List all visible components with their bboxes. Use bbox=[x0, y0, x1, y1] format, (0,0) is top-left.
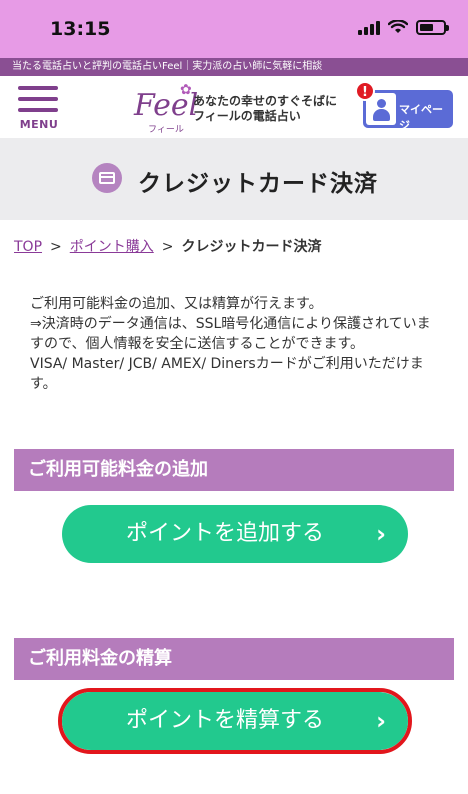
mypage-button[interactable]: マイページ bbox=[363, 90, 453, 132]
breadcrumb-points-link[interactable]: ポイント購入 bbox=[70, 239, 154, 255]
status-icons bbox=[358, 20, 449, 35]
breadcrumb-top-link[interactable]: TOP bbox=[14, 239, 42, 255]
battery-icon bbox=[416, 20, 449, 35]
page-title: クレジットカード決済 bbox=[138, 171, 378, 197]
section-header-settle: ご利用料金の精算 bbox=[14, 638, 454, 680]
breadcrumb-current: クレジットカード決済 bbox=[181, 239, 322, 255]
add-points-label: ポイントを追加する bbox=[125, 521, 324, 546]
breadcrumb-separator: > bbox=[50, 239, 62, 255]
settle-points-label: ポイントを精算する bbox=[125, 708, 324, 733]
description-line: ⇒決済時のデータ通信は、SSL暗号化通信により保護されていますので、個人情報を安… bbox=[30, 316, 431, 352]
site-tagline: 当たる電話占いと評判の電話占いFeel｜実力派の占い師に気軽に相談 bbox=[0, 58, 468, 76]
wifi-icon bbox=[388, 20, 408, 33]
description-line: ご利用可能料金の追加、又は精算が行えます。 bbox=[30, 296, 323, 312]
breadcrumb-separator: > bbox=[161, 239, 174, 255]
settle-points-button[interactable]: ポイントを精算する › bbox=[62, 692, 408, 750]
logo-text: Feel bbox=[134, 88, 199, 123]
description-line: VISA/ Master/ JCB/ AMEX/ Dinersカードがご利用いた… bbox=[30, 356, 424, 392]
credit-card-icon bbox=[92, 163, 122, 193]
hamburger-icon bbox=[18, 86, 58, 90]
status-time: 13:15 bbox=[50, 18, 111, 40]
signal-icon bbox=[358, 20, 380, 35]
notification-badge: ! bbox=[355, 81, 375, 101]
chevron-right-icon: › bbox=[376, 520, 386, 548]
page-title-band: クレジットカード決済 bbox=[0, 138, 468, 220]
status-bar: 13:15 bbox=[0, 0, 468, 58]
section-header-add: ご利用可能料金の追加 bbox=[14, 449, 454, 491]
payment-description: ご利用可能料金の追加、又は精算が行えます。 ⇒決済時のデータ通信は、SSL暗号化… bbox=[30, 294, 440, 394]
mypage-label: マイページ bbox=[399, 103, 443, 132]
breadcrumb: TOP > ポイント購入 > クレジットカード決済 bbox=[14, 236, 321, 256]
add-points-button[interactable]: ポイントを追加する › bbox=[62, 505, 408, 563]
header-catchphrase: あなたの幸せのすぐそばに フィールの電話占い bbox=[193, 94, 338, 123]
chevron-right-icon: › bbox=[376, 707, 386, 735]
logo-subtext: フィール bbox=[148, 125, 184, 135]
menu-label: MENU bbox=[19, 118, 59, 131]
menu-button[interactable]: MENU bbox=[16, 86, 62, 132]
site-header: MENU ✿ Feel フィール あなたの幸せのすぐそばに フィールの電話占い … bbox=[0, 76, 468, 138]
